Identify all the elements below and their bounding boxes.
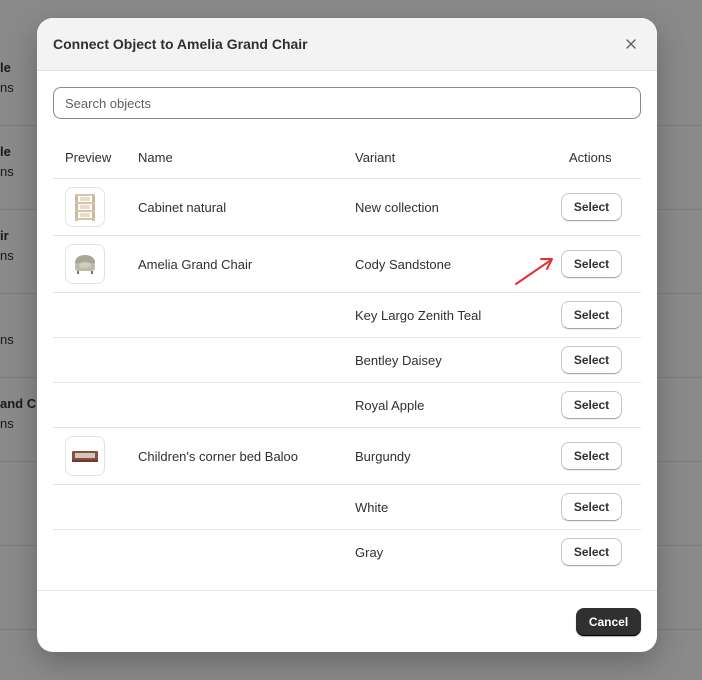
row-variant: White [355, 500, 389, 515]
table-header: Preview Name Variant Actions [53, 137, 641, 179]
row-variant: Bentley Daisey [355, 353, 442, 368]
background-row-title: le [0, 144, 11, 159]
search-field[interactable] [53, 87, 641, 119]
row-variant: Key Largo Zenith Teal [355, 308, 482, 323]
search-input[interactable] [54, 88, 640, 118]
background-row-title: and Cl [0, 396, 40, 411]
background-row-subtitle: ns [0, 248, 14, 263]
row-variant: New collection [355, 200, 439, 215]
background-row-subtitle: ns [0, 416, 14, 431]
background-row-subtitle: ns [0, 332, 14, 347]
row-name: Amelia Grand Chair [138, 257, 253, 272]
background-row-subtitle: ns [0, 80, 14, 95]
header-actions: Actions [569, 150, 612, 165]
header-preview: Preview [65, 150, 112, 165]
table-row: Gray Select [53, 530, 641, 575]
row-variant: Cody Sandstone [355, 257, 452, 272]
row-name: Cabinet natural [138, 200, 227, 215]
red-arrow-icon [515, 258, 553, 285]
row-variant: Gray [355, 545, 384, 560]
table-row: Royal Apple Select [53, 383, 641, 428]
table-row: White Select [53, 485, 641, 530]
select-button[interactable]: Select [561, 538, 622, 566]
close-button[interactable] [621, 34, 641, 54]
cabinet-thumbnail [65, 187, 105, 227]
row-name: Children's corner bed Baloo [138, 449, 299, 464]
header-name: Name [138, 150, 173, 165]
table-row: Cabinet natural New collection Select [53, 179, 641, 236]
select-button[interactable]: Select [561, 301, 622, 329]
background-row-title: ir [0, 228, 9, 243]
cancel-button[interactable]: Cancel [576, 608, 641, 636]
modal-title: Connect Object to Amelia Grand Chair [53, 36, 308, 52]
modal-header: Connect Object to Amelia Grand Chair [37, 18, 657, 71]
table-row: Key Largo Zenith Teal Select [53, 293, 641, 338]
table-row: Bentley Daisey Select [53, 338, 641, 383]
chair-thumbnail [65, 244, 105, 284]
modal-footer: Cancel [37, 590, 657, 652]
select-button[interactable]: Select [561, 391, 622, 419]
select-button[interactable]: Select [561, 493, 622, 521]
bed-image-icon [72, 451, 98, 462]
select-button[interactable]: Select [561, 250, 622, 278]
objects-table: Preview Name Variant Actions Cabinet nat… [53, 137, 641, 575]
chair-image-icon [75, 255, 95, 274]
close-icon [626, 39, 636, 49]
cabinet-image-icon [75, 194, 95, 221]
row-variant: Burgundy [355, 449, 411, 464]
select-button[interactable]: Select [561, 442, 622, 470]
select-button[interactable]: Select [561, 193, 622, 221]
select-button[interactable]: Select [561, 346, 622, 374]
row-variant: Royal Apple [355, 398, 425, 413]
table-row: Children's corner bed Baloo Burgundy Sel… [53, 428, 641, 485]
header-variant: Variant [355, 150, 396, 165]
background-row-title: le [0, 60, 11, 75]
bed-thumbnail [65, 436, 105, 476]
background-row-subtitle: ns [0, 164, 14, 179]
connect-object-modal: Connect Object to Amelia Grand Chair Pre… [37, 18, 657, 652]
